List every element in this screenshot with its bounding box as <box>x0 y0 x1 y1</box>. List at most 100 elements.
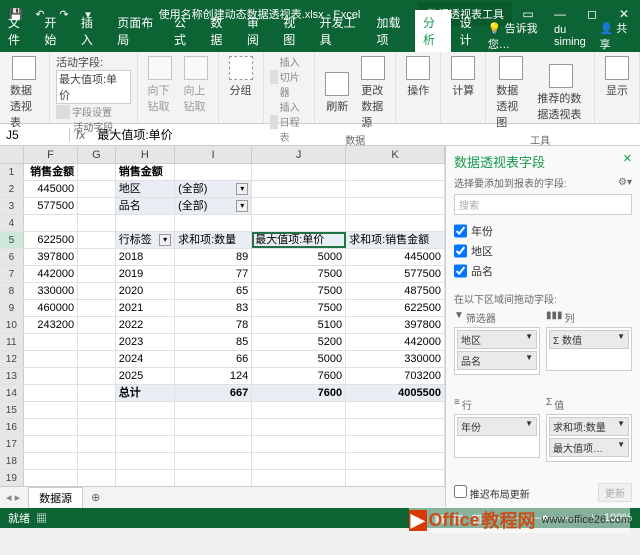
cell[interactable]: 2022 <box>116 317 175 333</box>
row-header[interactable]: 11 <box>0 334 24 350</box>
pivottable-button[interactable]: 数据透视表 <box>6 54 43 132</box>
row-header[interactable]: 3 <box>0 198 24 214</box>
sheet-tab[interactable]: 数据源 <box>28 487 83 508</box>
cell[interactable] <box>252 453 346 469</box>
cell[interactable] <box>346 453 445 469</box>
row-header[interactable]: 17 <box>0 436 24 452</box>
tab-file[interactable]: 文件 <box>0 10 36 52</box>
close-icon[interactable]: ✕ <box>608 7 640 21</box>
maximize-icon[interactable]: ◻ <box>576 7 608 21</box>
tab-data[interactable]: 数据 <box>202 10 238 52</box>
dropdown-icon[interactable]: ▾ <box>236 183 248 195</box>
tab-formulas[interactable]: 公式 <box>166 10 202 52</box>
cell[interactable] <box>116 470 175 486</box>
row-header[interactable]: 18 <box>0 453 24 469</box>
cell[interactable] <box>346 419 445 435</box>
cell[interactable] <box>175 215 252 231</box>
cell[interactable] <box>252 181 346 197</box>
refresh-button[interactable]: 刷新 <box>321 70 353 116</box>
row-header[interactable]: 1 <box>0 164 24 180</box>
area-rows-box[interactable]: 年份▼ <box>454 414 540 458</box>
cell[interactable] <box>78 164 116 180</box>
cell[interactable]: 397800 <box>346 317 445 333</box>
cell[interactable] <box>116 436 175 452</box>
area-pill[interactable]: Σ 数值▼ <box>549 330 629 349</box>
cell[interactable] <box>78 419 116 435</box>
cell[interactable] <box>346 181 445 197</box>
tab-developer[interactable]: 开发工具 <box>312 10 369 52</box>
cell[interactable]: 2019 <box>116 266 175 282</box>
cell[interactable]: 地区 <box>116 181 175 197</box>
cell[interactable] <box>175 470 252 486</box>
cell[interactable] <box>24 215 78 231</box>
cell[interactable]: 5100 <box>252 317 346 333</box>
cell[interactable] <box>78 198 116 214</box>
row-header[interactable]: 19 <box>0 470 24 486</box>
tab-view[interactable]: 视图 <box>275 10 311 52</box>
cell[interactable] <box>24 368 78 384</box>
cell[interactable] <box>252 436 346 452</box>
cell[interactable] <box>24 351 78 367</box>
cell[interactable]: 703200 <box>346 368 445 384</box>
cell[interactable] <box>252 215 346 231</box>
cell[interactable]: 2018 <box>116 249 175 265</box>
tab-analyze[interactable]: 分析 <box>415 10 451 52</box>
cell[interactable]: 667 <box>175 385 252 401</box>
cell[interactable] <box>24 402 78 418</box>
cell[interactable]: 5000 <box>252 249 346 265</box>
field-item[interactable]: 品名 <box>454 261 632 281</box>
cell[interactable]: 330000 <box>346 351 445 367</box>
cell[interactable]: 5200 <box>252 334 346 350</box>
cell[interactable]: 622500 <box>346 300 445 316</box>
cell[interactable]: 83 <box>175 300 252 316</box>
cell[interactable] <box>78 283 116 299</box>
cell[interactable]: 577500 <box>346 266 445 282</box>
cell[interactable]: 2025 <box>116 368 175 384</box>
cell[interactable]: 397800 <box>24 249 78 265</box>
cell[interactable]: 78 <box>175 317 252 333</box>
col-G[interactable]: G <box>78 146 116 163</box>
cell[interactable] <box>252 402 346 418</box>
area-pill[interactable]: 年份▼ <box>457 417 537 436</box>
cell[interactable] <box>78 266 116 282</box>
cell[interactable] <box>346 436 445 452</box>
cell[interactable]: 2021 <box>116 300 175 316</box>
cell[interactable]: 总计 <box>116 385 175 401</box>
name-box[interactable]: J5 <box>0 128 70 142</box>
cell[interactable]: 65 <box>175 283 252 299</box>
row-header[interactable]: 9 <box>0 300 24 316</box>
cell[interactable] <box>78 351 116 367</box>
field-item[interactable]: 地区 <box>454 241 632 261</box>
cell[interactable] <box>116 402 175 418</box>
cell[interactable] <box>78 453 116 469</box>
area-pill[interactable]: 品名▼ <box>457 351 537 370</box>
area-filter-box[interactable]: 地区▼品名▼ <box>454 327 540 375</box>
cell[interactable]: 487500 <box>346 283 445 299</box>
tab-insert[interactable]: 插入 <box>73 10 109 52</box>
tab-design[interactable]: 设计 <box>451 10 487 52</box>
cell[interactable]: 7500 <box>252 266 346 282</box>
cell[interactable] <box>78 470 116 486</box>
active-field-value[interactable]: 最大值项:单价 <box>56 70 131 104</box>
row-header[interactable]: 8 <box>0 283 24 299</box>
row-header[interactable]: 10 <box>0 317 24 333</box>
cell[interactable] <box>78 402 116 418</box>
cell[interactable]: 622500 <box>24 232 78 248</box>
cell[interactable] <box>78 215 116 231</box>
ribbon-options-icon[interactable]: ▭ <box>512 7 544 21</box>
area-cols-box[interactable]: Σ 数值▼ <box>546 327 632 371</box>
cell[interactable] <box>175 436 252 452</box>
cell[interactable] <box>346 470 445 486</box>
cell[interactable]: 89 <box>175 249 252 265</box>
cell[interactable] <box>24 385 78 401</box>
row-header[interactable]: 6 <box>0 249 24 265</box>
cell[interactable] <box>78 317 116 333</box>
row-header[interactable]: 5 <box>0 232 24 248</box>
recommended-pivot-button[interactable]: 推荐的数据透视表 <box>533 62 588 124</box>
cell[interactable] <box>346 164 445 180</box>
formula-input[interactable]: 最大值项:单价 <box>91 126 640 143</box>
pane-close-icon[interactable]: ✕ <box>623 152 632 171</box>
change-source-button[interactable]: 更改数据源 <box>357 54 389 132</box>
cell[interactable] <box>252 164 346 180</box>
group-button[interactable]: 分组 <box>225 54 257 100</box>
